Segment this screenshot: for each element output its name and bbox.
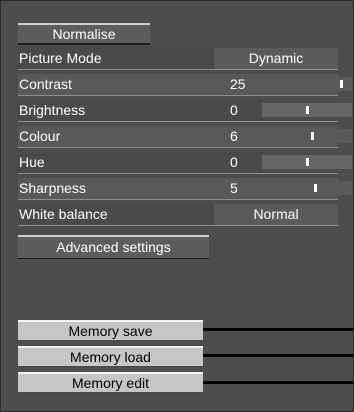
memory-save-label: Memory save (68, 323, 153, 339)
advanced-settings-button[interactable]: Advanced settings (18, 235, 209, 259)
hue-slider-marker (306, 158, 309, 166)
advanced-settings-label: Advanced settings (56, 239, 171, 255)
picture-mode-value: Dynamic (248, 50, 304, 66)
colour-slider[interactable] (262, 129, 352, 143)
white-balance-label: White balance (19, 206, 108, 222)
colour-value: 6 (230, 128, 238, 144)
contrast-label: Contrast (19, 76, 72, 92)
sharpness-value: 5 (230, 180, 238, 196)
menu-row-picture-mode[interactable]: Picture Mode Dynamic (18, 48, 338, 70)
memory-edit-pointer-line (203, 381, 353, 384)
white-balance-value: Normal (253, 206, 299, 222)
colour-slider-marker (311, 132, 314, 140)
menu-row-contrast[interactable]: Contrast 25 (18, 74, 352, 96)
sharpness-slider[interactable] (262, 181, 352, 195)
menu-row-sharpness[interactable]: Sharpness 5 (18, 178, 352, 200)
brightness-slider-marker (306, 106, 309, 114)
brightness-label: Brightness (19, 102, 86, 118)
memory-edit-button[interactable]: Memory edit (18, 372, 203, 394)
menu-row-brightness[interactable]: Brightness 0 (18, 100, 352, 122)
memory-edit-label: Memory edit (71, 375, 150, 391)
hue-slider[interactable] (262, 155, 352, 169)
menu-row-colour[interactable]: Colour 6 (18, 126, 352, 148)
contrast-slider-marker (340, 80, 343, 88)
contrast-slider[interactable] (262, 77, 352, 91)
colour-label: Colour (19, 128, 61, 144)
menu-row-white-balance[interactable]: White balance Normal (18, 204, 338, 226)
sharpness-slider-marker (314, 184, 317, 192)
brightness-value: 0 (230, 102, 238, 118)
normalise-button[interactable]: Normalise (18, 23, 150, 45)
brightness-slider[interactable] (262, 103, 352, 117)
hue-label: Hue (19, 154, 45, 170)
memory-save-pointer-line (203, 328, 353, 331)
picture-menu-screen: Normalise Picture Mode Dynamic Contrast … (0, 0, 354, 412)
contrast-value: 25 (230, 76, 246, 92)
memory-load-button[interactable]: Memory load (18, 346, 203, 368)
normalise-label: Normalise (52, 26, 116, 42)
hue-value: 0 (230, 154, 238, 170)
menu-row-hue[interactable]: Hue 0 (18, 152, 352, 174)
memory-load-pointer-line (203, 354, 353, 357)
picture-mode-label: Picture Mode (19, 50, 102, 66)
sharpness-label: Sharpness (19, 180, 86, 196)
memory-load-label: Memory load (70, 349, 151, 365)
memory-save-button[interactable]: Memory save (18, 320, 203, 342)
